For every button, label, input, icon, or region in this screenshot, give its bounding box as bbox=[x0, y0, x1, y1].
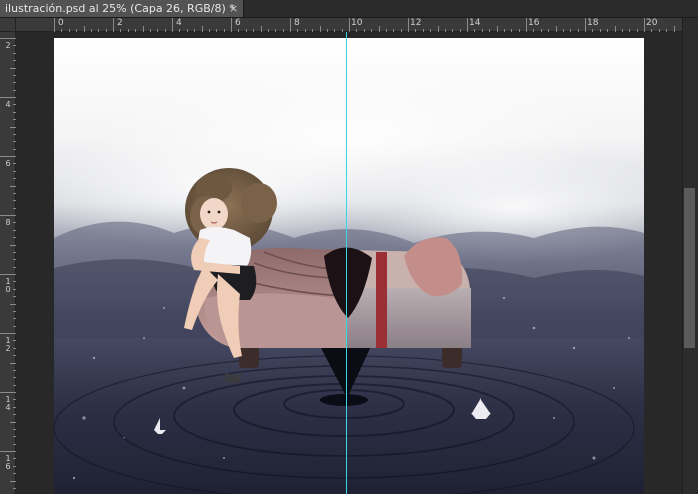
ruler-tick bbox=[0, 97, 16, 98]
ruler-tick bbox=[290, 18, 291, 32]
ruler-tick bbox=[0, 38, 16, 39]
ruler-tick bbox=[585, 18, 586, 32]
document-tab-title: ilustración.psd al 25% (Capa 26, RGB/8) … bbox=[5, 2, 235, 15]
ruler-top-label: 8 bbox=[294, 18, 300, 28]
ruler-top-label: 10 bbox=[351, 18, 363, 28]
ruler-top-label: 0 bbox=[58, 18, 64, 28]
ruler-tick bbox=[526, 18, 527, 32]
ruler-top-label: 2 bbox=[117, 18, 123, 28]
ruler-tick bbox=[0, 274, 16, 275]
ruler-left-label: 2 bbox=[5, 41, 11, 50]
ruler-top-label: 14 bbox=[469, 18, 481, 28]
ruler-left-label: 14 bbox=[5, 395, 11, 412]
ruler-tick bbox=[54, 18, 55, 32]
vertical-guide-line[interactable] bbox=[346, 32, 347, 494]
ruler-tick bbox=[172, 18, 173, 32]
ruler-origin[interactable] bbox=[0, 18, 16, 32]
canvas-workspace[interactable] bbox=[16, 32, 682, 494]
ruler-tick bbox=[0, 451, 16, 452]
ruler-left-label: 4 bbox=[5, 100, 11, 109]
ruler-tick bbox=[408, 18, 409, 32]
ruler-left-label: 12 bbox=[5, 336, 11, 353]
horizontal-ruler[interactable]: 0 2 4 6 8 10 12 14 16 18 20 bbox=[16, 18, 682, 32]
ruler-top-label: 18 bbox=[587, 18, 599, 28]
ruler-tick bbox=[467, 18, 468, 32]
ruler-tick bbox=[349, 18, 350, 32]
vertical-ruler[interactable]: 2 4 6 8 10 12 14 16 bbox=[0, 32, 16, 494]
ruler-tick bbox=[0, 156, 16, 157]
scrollbar-thumb[interactable] bbox=[684, 188, 695, 348]
close-icon[interactable]: × bbox=[229, 1, 238, 16]
ruler-left-label: 8 bbox=[5, 218, 11, 227]
ruler-top-label: 16 bbox=[528, 18, 540, 28]
ruler-left-label: 6 bbox=[5, 159, 11, 168]
ruler-top-label: 6 bbox=[235, 18, 241, 28]
ruler-tick bbox=[0, 392, 16, 393]
document-tab-bar: ilustración.psd al 25% (Capa 26, RGB/8) … bbox=[0, 0, 698, 18]
ruler-tick bbox=[0, 215, 16, 216]
ruler-tick bbox=[0, 333, 16, 334]
document-canvas[interactable] bbox=[54, 38, 644, 494]
ruler-top-label: 4 bbox=[176, 18, 182, 28]
ruler-tick bbox=[644, 18, 645, 32]
ruler-top-label: 20 bbox=[646, 18, 658, 28]
ruler-left-label: 10 bbox=[5, 277, 11, 294]
ruler-left-label: 16 bbox=[5, 454, 11, 471]
ruler-tick bbox=[231, 18, 232, 32]
document-tab[interactable]: ilustración.psd al 25% (Capa 26, RGB/8) … bbox=[0, 0, 244, 17]
illustration-artwork bbox=[54, 38, 644, 494]
ruler-top-label: 12 bbox=[410, 18, 422, 28]
ruler-tick bbox=[113, 18, 114, 32]
